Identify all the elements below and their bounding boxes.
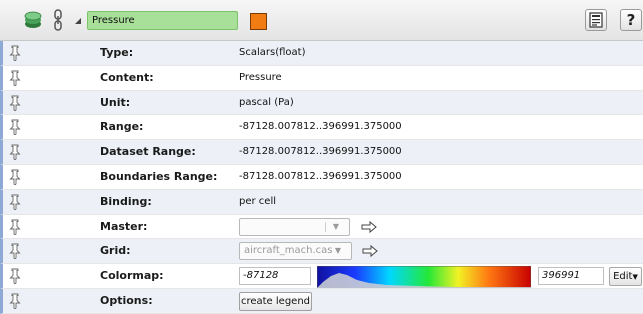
row-value: -87128.007812..396991.375000 xyxy=(239,170,402,182)
help-button[interactable]: ? xyxy=(620,9,642,31)
row-value: Scalars(float) xyxy=(239,47,306,58)
row-label: Colormap: xyxy=(100,269,164,283)
color-swatch[interactable] xyxy=(250,13,267,30)
row-value: -87128.007812..396991.375000 xyxy=(239,146,402,158)
property-list: Type: Scalars(float) Content: Pressure U… xyxy=(0,41,643,314)
quantity-name-input[interactable]: Pressure xyxy=(87,11,238,30)
pin-icon[interactable] xyxy=(9,219,21,235)
property-header: Pressure ? xyxy=(0,0,643,41)
arrow-right-icon[interactable] xyxy=(362,244,378,258)
row-label: Grid: xyxy=(100,244,131,258)
row-binding: Binding: per cell xyxy=(0,189,643,215)
pin-icon[interactable] xyxy=(9,293,21,309)
pin-icon[interactable] xyxy=(9,45,21,61)
row-label: Range: xyxy=(100,120,144,134)
row-master: Master: ▼ xyxy=(0,214,643,240)
document-icon xyxy=(589,12,603,28)
grid-select-value: aircraft_mach.cas xyxy=(244,245,333,257)
colormap-edit-button[interactable]: Edit▼ xyxy=(609,267,642,287)
colormap-bar[interactable] xyxy=(317,266,531,289)
row-colormap: Colormap: -87128 396991 Edit▼ xyxy=(0,264,643,289)
create-legend-button[interactable]: create legend xyxy=(239,291,312,311)
arrow-right-icon[interactable] xyxy=(361,220,377,234)
link-icon[interactable] xyxy=(53,9,63,31)
row-value: per cell xyxy=(239,195,276,207)
row-dataset-range: Dataset Range: -87128.007812..396991.375… xyxy=(0,140,643,165)
pin-icon[interactable] xyxy=(9,144,21,161)
row-value: pascal (Pa) xyxy=(239,96,294,108)
row-options: Options: create legend xyxy=(0,288,643,314)
colormap-max-input[interactable]: 396991 xyxy=(538,267,604,286)
chevron-down-icon: ▼ xyxy=(332,221,339,231)
row-label: Type: xyxy=(100,46,134,59)
pin-icon[interactable] xyxy=(9,194,21,210)
row-label: Content: xyxy=(100,70,154,84)
grid-select[interactable]: aircraft_mach.cas ▼ xyxy=(239,242,352,261)
master-select[interactable]: ▼ xyxy=(239,217,350,236)
row-content: Content: Pressure xyxy=(0,65,643,91)
edit-button-label: Edit xyxy=(613,271,633,283)
row-grid: Grid: aircraft_mach.cas ▼ xyxy=(0,239,643,265)
row-label: Options: xyxy=(100,293,153,307)
row-boundaries-range: Boundaries Range: -87128.007812..396991.… xyxy=(0,164,643,190)
row-value: Pressure xyxy=(239,71,282,83)
row-label: Boundaries Range: xyxy=(100,169,218,183)
pin-icon[interactable] xyxy=(9,243,21,260)
combo-separator xyxy=(325,221,326,232)
row-unit: Unit: pascal (Pa) xyxy=(0,90,643,116)
pin-icon[interactable] xyxy=(9,268,21,285)
row-label: Dataset Range: xyxy=(100,145,196,159)
row-range: Range: -87128.007812..396991.375000 xyxy=(0,115,643,141)
row-value: -87128.007812..396991.375000 xyxy=(239,121,402,133)
row-label: Binding: xyxy=(100,194,152,208)
chevron-down-icon: ▼ xyxy=(632,273,638,282)
chevron-down-icon: ▼ xyxy=(334,246,341,256)
row-label: Unit: xyxy=(100,95,131,109)
pin-icon[interactable] xyxy=(9,119,21,136)
row-label: Master: xyxy=(100,219,148,233)
pin-icon[interactable] xyxy=(9,70,21,86)
row-type: Type: Scalars(float) xyxy=(0,41,643,66)
pin-icon[interactable] xyxy=(9,169,21,185)
colormap-min-input[interactable]: -87128 xyxy=(239,267,311,286)
layers-icon[interactable] xyxy=(24,10,42,30)
notes-button[interactable] xyxy=(585,9,607,31)
collapse-triangle-icon[interactable] xyxy=(74,17,82,25)
pin-icon[interactable] xyxy=(9,95,21,111)
